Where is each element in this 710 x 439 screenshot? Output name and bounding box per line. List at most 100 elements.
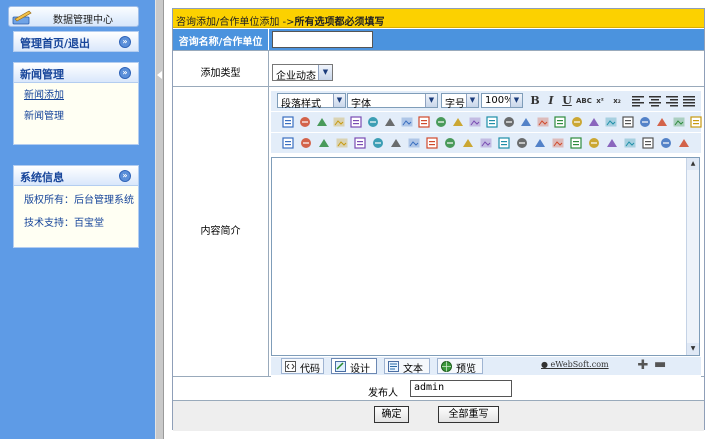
sidebar-group-system[interactable]: 系统信息 » xyxy=(13,165,139,186)
submit-button[interactable]: 确定 xyxy=(374,406,409,423)
find-icon[interactable] xyxy=(366,115,380,129)
strikethrough-button[interactable]: ABC xyxy=(576,94,592,108)
paste-word-icon[interactable] xyxy=(349,115,363,129)
calc-icon[interactable] xyxy=(569,136,583,150)
paste-icon[interactable] xyxy=(315,115,329,129)
special-char-icon[interactable] xyxy=(407,136,421,150)
help-box-icon[interactable] xyxy=(659,136,673,150)
excel-icon[interactable] xyxy=(461,136,475,150)
info-icon[interactable] xyxy=(677,136,691,150)
chevron-down-icon[interactable]: ▼ xyxy=(333,94,345,107)
expand-arrow-icon[interactable]: » xyxy=(119,170,131,182)
author-row: 发布人 admin xyxy=(173,377,704,401)
enlarge-editor-icon[interactable]: ✚ xyxy=(637,359,649,372)
subscript-button[interactable]: x₂ xyxy=(610,94,624,108)
font-color-icon[interactable] xyxy=(553,115,567,129)
mode-design-button[interactable]: 设计 xyxy=(331,358,377,375)
form-title: 咨询添加/合作单位添加 ->所有选项都必须填写 xyxy=(176,13,385,28)
author-input[interactable]: admin xyxy=(410,380,512,397)
image-icon[interactable] xyxy=(281,136,295,150)
outdent-icon[interactable] xyxy=(519,115,533,129)
unordered-list-icon[interactable] xyxy=(502,115,516,129)
paste-text-icon[interactable] xyxy=(332,115,346,129)
select-all-icon[interactable] xyxy=(451,115,465,129)
copy-icon[interactable] xyxy=(298,115,312,129)
time-icon[interactable] xyxy=(443,136,457,150)
scroll-down-icon[interactable]: ▼ xyxy=(687,343,699,355)
about-icon[interactable] xyxy=(672,115,686,129)
mode-preview-button[interactable]: 预览 xyxy=(437,358,483,375)
name-input[interactable] xyxy=(272,31,373,48)
indent-icon[interactable] xyxy=(536,115,550,129)
expand-arrow-icon[interactable]: » xyxy=(119,36,131,48)
superscript-button[interactable]: x² xyxy=(593,94,607,108)
file-icon[interactable] xyxy=(335,136,349,150)
underline-button[interactable]: U xyxy=(560,94,574,108)
fullscreen-icon[interactable] xyxy=(641,136,655,150)
chevron-down-icon[interactable]: ▼ xyxy=(510,94,522,107)
reset-button[interactable]: 全部重写 xyxy=(438,406,499,423)
frame-icon[interactable] xyxy=(605,136,619,150)
content-row: 内容简介 段落样式 ▼ 字体 ▼ 字号 ▼ 100% ▼ B I U ABC x… xyxy=(173,87,704,381)
flash-icon[interactable] xyxy=(299,136,313,150)
italic-button[interactable]: I xyxy=(544,94,558,108)
scroll-up-icon[interactable]: ▲ xyxy=(687,158,699,170)
date-icon[interactable] xyxy=(425,136,439,150)
table-icon[interactable] xyxy=(621,115,635,129)
chevron-down-icon[interactable]: ▼ xyxy=(466,94,478,107)
ordered-list-icon[interactable] xyxy=(485,115,499,129)
editor-credit-link[interactable]: ● eWebSoft.com xyxy=(541,360,609,369)
collapse-arrow-icon[interactable] xyxy=(157,71,162,79)
chevron-down-icon[interactable]: ▼ xyxy=(425,94,437,107)
editor-scrollbar[interactable]: ▲ ▼ xyxy=(686,158,699,355)
emoticon-icon[interactable] xyxy=(551,136,565,150)
insert-row-icon[interactable] xyxy=(638,115,652,129)
link-icon[interactable] xyxy=(479,136,493,150)
bold-button[interactable]: B xyxy=(528,94,542,108)
unselect-icon[interactable] xyxy=(468,115,482,129)
bg-color-icon[interactable] xyxy=(570,115,584,129)
delete-icon[interactable] xyxy=(383,115,397,129)
editor-content-area[interactable]: ▲ ▼ xyxy=(271,157,700,356)
unlink-icon[interactable] xyxy=(497,136,511,150)
align-center-icon[interactable] xyxy=(648,94,662,108)
insert-image-icon[interactable] xyxy=(655,115,669,129)
eraser-icon[interactable] xyxy=(400,115,414,129)
textbox-icon[interactable] xyxy=(371,136,385,150)
media-icon[interactable] xyxy=(317,136,331,150)
type-select[interactable]: 企业动态 ▼ xyxy=(272,64,333,82)
remove-format-icon[interactable] xyxy=(604,115,618,129)
align-justify-icon[interactable] xyxy=(682,94,696,108)
help-icon[interactable] xyxy=(689,115,703,129)
sidebar-group-news[interactable]: 新闻管理 » xyxy=(13,62,139,83)
align-left-icon[interactable] xyxy=(631,94,645,108)
breadcrumb: 咨询添加/合作单位添加 -> xyxy=(176,17,295,28)
mode-text-button[interactable]: 文本 xyxy=(384,358,430,375)
print-icon[interactable] xyxy=(587,136,601,150)
undo-icon[interactable] xyxy=(417,115,431,129)
cut-icon[interactable] xyxy=(281,115,295,129)
text-icon xyxy=(388,361,399,372)
zoom-select[interactable]: 100% ▼ xyxy=(481,93,523,108)
shrink-editor-icon[interactable]: ▬ xyxy=(654,358,666,372)
sidebar-splitter[interactable] xyxy=(155,0,164,439)
format-brush-icon[interactable] xyxy=(587,115,601,129)
chevron-down-icon[interactable]: ▼ xyxy=(318,65,332,80)
font-size-select[interactable]: 字号 ▼ xyxy=(441,93,479,110)
font-select[interactable]: 字体 ▼ xyxy=(347,93,438,110)
page-break-icon[interactable] xyxy=(623,136,637,150)
marquee-icon[interactable] xyxy=(389,136,403,150)
expand-arrow-icon[interactable]: » xyxy=(119,67,131,79)
mode-code-button[interactable]: 代码 xyxy=(281,358,324,375)
sidebar-item-news-add[interactable]: 新闻添加 xyxy=(24,86,64,101)
line-icon[interactable] xyxy=(353,136,367,150)
anchor-icon[interactable] xyxy=(515,136,529,150)
sidebar-group-home[interactable]: 管理首页/退出 » xyxy=(13,31,139,52)
smiley-icon[interactable] xyxy=(533,136,547,150)
redo-icon[interactable] xyxy=(434,115,448,129)
paragraph-style-select[interactable]: 段落样式 ▼ xyxy=(277,93,346,110)
mode-label: 设计 xyxy=(350,364,370,375)
buttons-row: 确定 全部重写 xyxy=(173,401,704,431)
align-right-icon[interactable] xyxy=(665,94,679,108)
sidebar-item-news-manage[interactable]: 新闻管理 xyxy=(24,107,64,122)
